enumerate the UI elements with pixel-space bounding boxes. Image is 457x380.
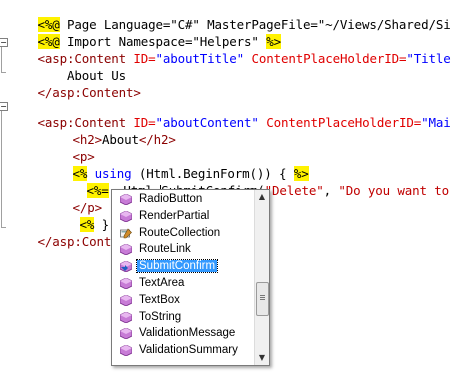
completion-item-validationsummary[interactable]: ValidationSummary (112, 342, 253, 359)
attribute-value: "Mai (421, 115, 451, 130)
completion-item-radiobutton[interactable]: RadioButton (112, 191, 253, 208)
completion-item-label: RouteLink (139, 243, 191, 256)
method-icon (119, 327, 133, 340)
code-line-8[interactable]: <h2>About</h2> (43, 114, 176, 147)
scroll-down-arrow-icon[interactable]: ▼ (255, 351, 269, 365)
code-line-2[interactable]: <%@ Import Namespace="Helpers" %> (8, 16, 281, 49)
code-line-5[interactable]: </asp:Content> (8, 67, 141, 100)
code-line-4[interactable]: About Us (8, 50, 126, 83)
scroll-up-arrow-icon[interactable]: ▲ (255, 190, 269, 204)
completion-item-label: ToString (139, 310, 182, 323)
string-literal: "Do you want to (338, 183, 449, 198)
completion-item-tostring[interactable]: ToString (112, 309, 253, 326)
completion-item-label: ValidationMessage (139, 327, 236, 340)
method-icon (119, 193, 133, 206)
completion-item-label: RenderPartial (139, 209, 210, 222)
extension-method-icon (119, 260, 133, 273)
string-literal: "Delete" (264, 183, 324, 198)
attribute-value: "Title (406, 51, 451, 66)
code-line-12[interactable]: </p> (43, 182, 103, 215)
outline-end-1 (1, 72, 6, 73)
scrollbar-thumb[interactable] (256, 282, 269, 316)
method-icon (119, 210, 133, 223)
code-editor[interactable]: − − <%@ Page Language="C#" MasterPageFil… (0, 0, 457, 380)
outline-end-2 (1, 227, 6, 228)
attribute-name: ContentPlaceHolderID= (244, 51, 407, 66)
method-icon (119, 344, 133, 357)
completion-list[interactable]: RadioButton RenderPartial RouteCollection R… (112, 191, 253, 359)
completion-item-renderpartial[interactable]: RenderPartial (112, 208, 253, 225)
completion-item-label: TextArea (139, 276, 185, 289)
method-icon (119, 294, 133, 307)
tag-name: </h2> (138, 132, 176, 147)
intellisense-popup[interactable]: RadioButton RenderPartial RouteCollection R… (111, 189, 270, 366)
code-line-10[interactable]: <% using (Html.BeginForm()) { %> (43, 148, 309, 181)
completion-item-label: RadioButton (139, 193, 203, 205)
method-icon (119, 243, 133, 256)
completion-item-submitconfirm[interactable]: SubmitConfirm (112, 258, 253, 275)
attribute-name: ID= (126, 51, 156, 66)
attribute-value: "aboutTitle" (155, 51, 245, 66)
completion-item-label: RouteCollection (139, 226, 221, 239)
code-line-3[interactable]: <asp:Content ID="aboutTitle" ContentPlac… (8, 33, 451, 66)
code-line-9[interactable]: <p> (43, 131, 95, 164)
collapse-toggle-icon[interactable]: − (0, 102, 8, 111)
attribute-name: ContentPlaceHolderID= (258, 115, 422, 130)
completion-item-label: ValidationSummary (139, 344, 238, 357)
completion-item-routelink[interactable]: RouteLink (112, 241, 253, 258)
method-icon (119, 277, 133, 290)
completion-item-label: SubmitConfirm (135, 259, 219, 274)
completion-item-validationmessage[interactable]: ValidationMessage (112, 325, 253, 342)
completion-item-textarea[interactable]: TextArea (112, 275, 253, 292)
popup-scrollbar[interactable]: ▲ ▼ (254, 190, 269, 365)
completion-item-label: TextBox (139, 293, 180, 306)
completion-item-textbox[interactable]: TextBox (112, 292, 253, 309)
property-icon (120, 228, 132, 239)
method-icon (119, 311, 133, 324)
code-line-1[interactable]: <%@ Page Language="C#" MasterPageFile="~… (8, 0, 451, 32)
heading-text: About (102, 132, 139, 147)
code-text: , (323, 183, 339, 198)
completion-item-routecollection[interactable]: RouteCollection (112, 225, 253, 242)
collapse-toggle-icon[interactable]: − (0, 38, 8, 47)
code-line-11[interactable]: <%= Html.SubmitConfirm("Delete", "Do you… (57, 165, 449, 198)
code-line-7[interactable]: <asp:Content ID="aboutContent" ContentPl… (8, 97, 451, 130)
